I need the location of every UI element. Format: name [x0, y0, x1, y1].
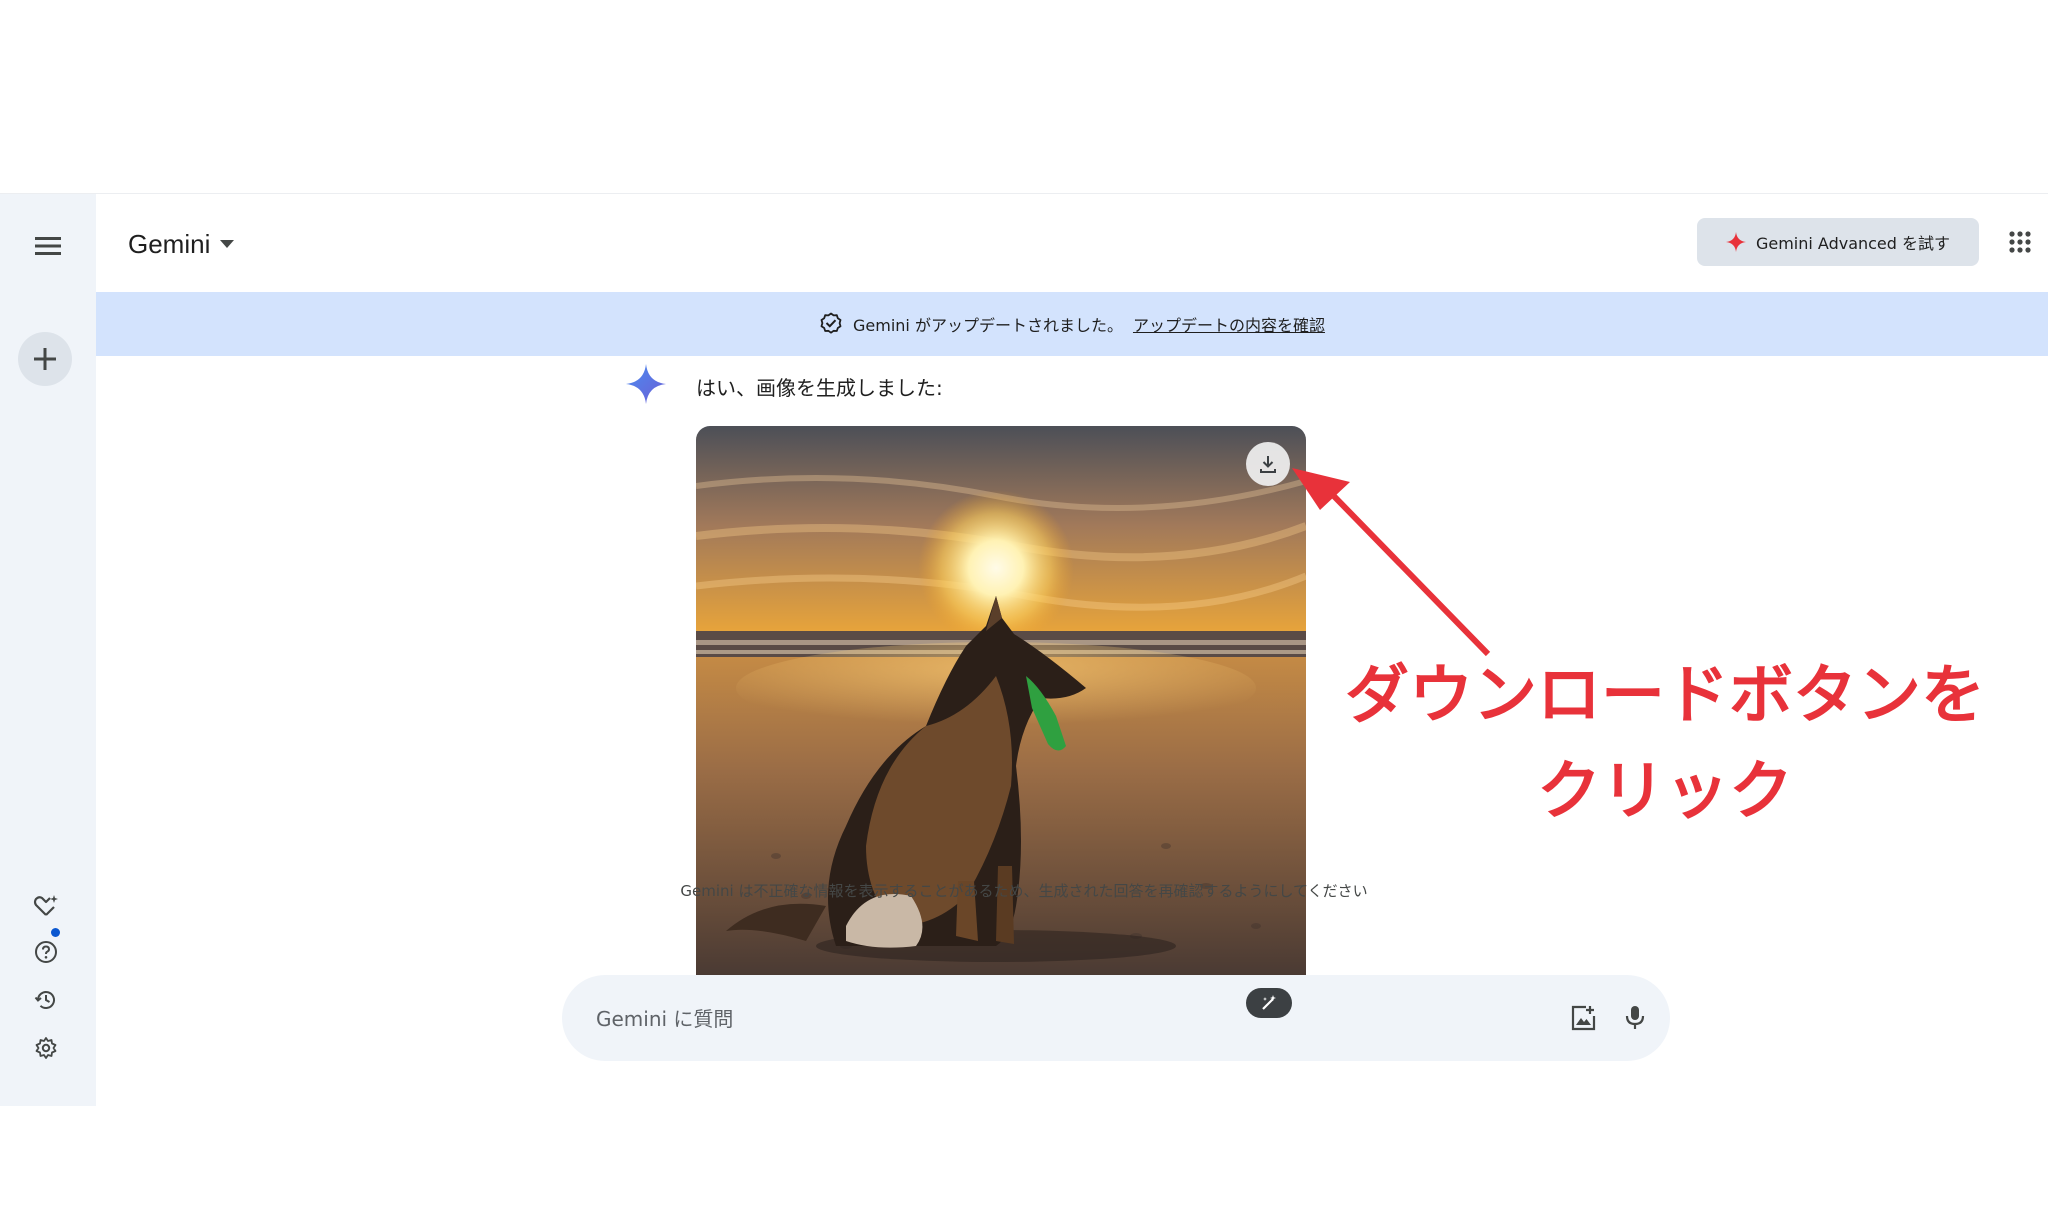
prompt-input[interactable]: [594, 993, 1498, 1045]
upload-image-button[interactable]: [1562, 997, 1604, 1039]
gemini-spark-icon: [626, 364, 666, 404]
verified-check-icon: [820, 312, 842, 334]
menu-icon: [35, 237, 61, 255]
new-chat-button[interactable]: [18, 332, 72, 386]
microphone-button[interactable]: [1614, 997, 1656, 1039]
banner-text: Gemini がアップデートされました。: [853, 316, 1123, 335]
plus-icon: [34, 348, 56, 370]
prompt-input-box: [562, 975, 1670, 1061]
apps-grid-icon: [2009, 231, 2031, 253]
main-menu-button[interactable]: [24, 222, 72, 270]
top-bar: Gemini Gemini Advanced を試す: [96, 194, 2048, 292]
page: Gemini Gemini Advanced を試す Gemini がアップデー…: [0, 0, 2048, 1229]
microphone-icon: [1625, 1006, 1645, 1029]
help-button[interactable]: [26, 932, 66, 972]
annotation-callout: ダウンロードボタンを クリック: [1340, 648, 1990, 840]
activity-button[interactable]: [26, 980, 66, 1020]
image-upload-icon: [1571, 1005, 1596, 1031]
try-advanced-button[interactable]: Gemini Advanced を試す: [1697, 218, 1979, 266]
caret-down-icon: [220, 240, 235, 248]
update-details-link[interactable]: アップデートの内容を確認: [1133, 312, 1325, 336]
try-advanced-label: Gemini Advanced を試す: [1755, 234, 1951, 253]
gemini-spark-icon: [1725, 232, 1746, 252]
history-icon: [34, 991, 55, 1009]
download-icon: [1260, 456, 1276, 473]
response-text: はい、画像を生成しました:: [696, 376, 943, 400]
google-apps-button[interactable]: [2002, 224, 2038, 260]
update-banner: Gemini がアップデートされました。 アップデートの内容を確認: [96, 292, 2048, 356]
settings-button[interactable]: [26, 1028, 66, 1068]
help-icon: [35, 941, 57, 963]
magic-edit-button[interactable]: [1246, 988, 1292, 1018]
gear-icon: [35, 1037, 57, 1059]
magic-wand-icon: [1262, 995, 1276, 1010]
disclaimer-text: Gemini は不正確な情報を表示することがあるため、生成された回答を再確認する…: [680, 882, 1368, 900]
sidebar: [0, 194, 96, 1106]
app-title: Gemini: [128, 228, 211, 259]
annotation-line-2: クリック: [1537, 755, 1793, 829]
model-selector[interactable]: Gemini: [128, 224, 235, 264]
conversation: はい、画像を生成しました:: [96, 356, 2048, 976]
download-button[interactable]: [1246, 442, 1290, 486]
annotation-line-1: ダウンロードボタンを: [1345, 659, 1985, 733]
